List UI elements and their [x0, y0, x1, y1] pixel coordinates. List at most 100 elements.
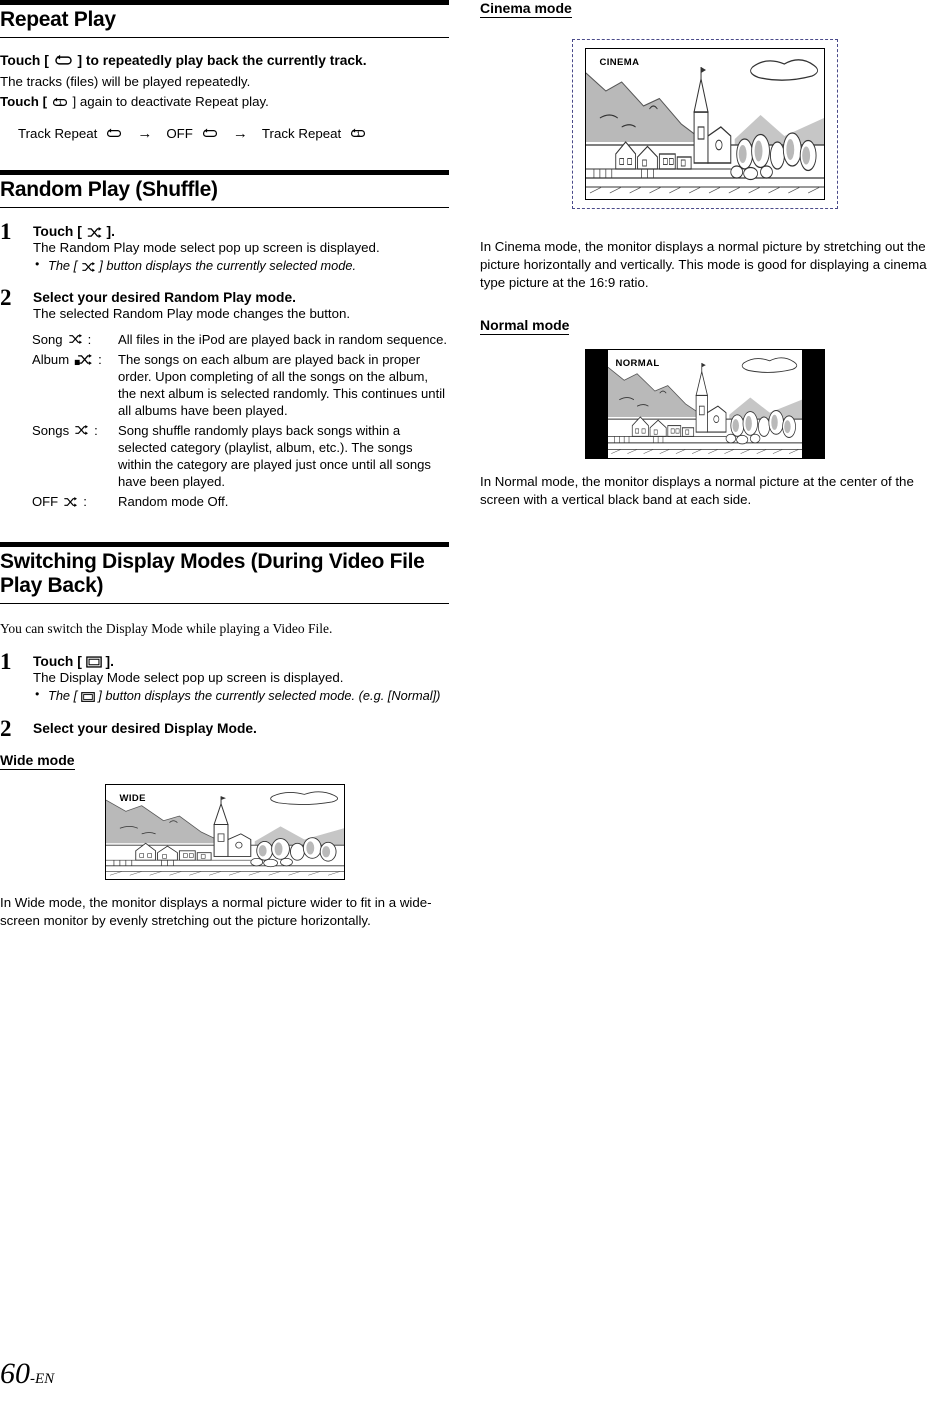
- wide-mode-caption: In Wide mode, the monitor displays a nor…: [0, 894, 432, 928]
- manual-page: Repeat Play Touch [ ] to repeatedly play…: [0, 0, 929, 1403]
- wide-mode-heading: Wide mode: [0, 751, 75, 770]
- flow-item-2: OFF: [166, 125, 193, 141]
- random-step-1: 1 Touch [ ]. The Random Play mode select…: [0, 219, 449, 275]
- display-mode-icon-bullet: [81, 691, 95, 703]
- normal-mode-figure: NORMAL: [480, 349, 929, 460]
- step-number: 1: [0, 218, 12, 244]
- left-column: Repeat Play Touch [ ] to repeatedly play…: [0, 0, 449, 930]
- display-step-1: 1 Touch [ ]. The Display Mode select pop…: [0, 649, 449, 705]
- mode-key-cell: OFF :: [0, 492, 110, 512]
- screen-illustration-wide: WIDE: [104, 783, 345, 880]
- mode-value-cell: Random mode Off.: [118, 494, 229, 510]
- right-column: Cinema mode CINEMA In Cinema mode, the m…: [480, 0, 929, 509]
- mode-key-cell: Album :: [0, 349, 110, 420]
- screen-illustration-normal: NORMAL: [584, 349, 825, 460]
- section-switching-display-modes: Switching Display Modes (During Video Fi…: [0, 541, 449, 930]
- repeat-line1: The tracks (files) will be played repeat…: [0, 74, 251, 90]
- mode-value-cell: All files in the iPod are played back in…: [118, 331, 447, 347]
- page-number: 60: [0, 1357, 30, 1390]
- step-title: Select your desired Display Mode.: [33, 720, 257, 736]
- section-rule-bottom: [0, 36, 449, 38]
- step-title-pre: Touch [: [33, 654, 82, 670]
- repeat-flow: Track Repeat → OFF → Track Repeat: [18, 125, 449, 142]
- page-number-suffix: -EN: [30, 1371, 55, 1387]
- flow-arrow-1: →: [137, 124, 153, 142]
- cinema-mode-figure: CINEMA: [480, 39, 929, 209]
- step-title: Touch [ ].: [33, 654, 449, 669]
- random-step-2: 2 Select your desired Random Play mode. …: [0, 285, 449, 322]
- screen-mode-label: NORMAL: [615, 358, 660, 370]
- mode-value-cell: The songs on each album are played back …: [118, 351, 446, 418]
- shuffle-icon: [86, 226, 103, 239]
- table-row: Song : All files in the iPod are played …: [0, 329, 449, 349]
- step-title-post: ].: [106, 223, 115, 239]
- table-row: Album : The songs on each album are play…: [0, 349, 449, 420]
- flow-item-3: Track Repeat: [261, 125, 342, 141]
- mode-key-colon: :: [98, 351, 102, 367]
- screen-illustration-cinema: CINEMA: [571, 39, 838, 209]
- repeat-lead-pre: Touch [: [0, 52, 49, 68]
- page-folio: 60-EN: [0, 1357, 54, 1391]
- section-title-repeat-play: Repeat Play: [0, 8, 116, 31]
- shuffle-songs-icon: [74, 424, 89, 436]
- shuffle-icon-bullet: [81, 261, 96, 273]
- repeat-one-icon-flow-3: [349, 127, 367, 140]
- repeat-line2-post: ] again to deactivate Repeat play.: [72, 94, 269, 110]
- cinema-mode-caption: In Cinema mode, the monitor displays a n…: [480, 239, 927, 290]
- section-rule-bottom: [0, 206, 449, 208]
- step-title-pre: Touch [: [33, 223, 82, 239]
- black-band-left: [585, 350, 608, 459]
- bullet-post: ] button displays the currently selected…: [99, 257, 357, 273]
- step-subtext: The Display Mode select pop up screen is…: [33, 670, 344, 686]
- section-random-play: Random Play (Shuffle) 1 Touch [ ]. The R…: [0, 169, 449, 512]
- mode-key-colon: :: [83, 494, 87, 510]
- section-repeat-play: Repeat Play Touch [ ] to repeatedly play…: [0, 0, 449, 142]
- repeat-icon-flow-1: [105, 127, 123, 140]
- section-title-random-play: Random Play (Shuffle): [0, 177, 218, 201]
- repeat-lead: Touch [ ] to repeatedly play back the cu…: [0, 52, 449, 71]
- scene-graphic: [586, 49, 824, 199]
- mode-key-colon: :: [94, 422, 98, 438]
- shuffle-off-icon: [63, 496, 78, 508]
- display-mode-icon: [86, 655, 102, 669]
- bullet-pre: The [: [48, 257, 78, 273]
- switching-intro: You can switch the Display Mode while pl…: [0, 621, 333, 637]
- mode-key-cell: Songs :: [0, 420, 110, 491]
- random-mode-table: Song : All files in the iPod are played …: [0, 329, 449, 511]
- mode-value-cell: Song shuffle randomly plays back songs w…: [118, 422, 431, 490]
- repeat-lead-post: ] to repeatedly play back the currently …: [77, 52, 367, 68]
- mode-key-colon: :: [87, 331, 92, 347]
- mode-key-label: Songs: [32, 422, 70, 438]
- section-rule-bottom: [0, 603, 449, 605]
- step-number: 1: [0, 649, 12, 675]
- step-number: 2: [0, 715, 12, 741]
- mode-key-label: Album: [32, 351, 70, 367]
- display-step-2: 2 Select your desired Display Mode.: [0, 716, 449, 741]
- step-bullet: The [ ] button displays the currently se…: [33, 257, 449, 275]
- section-title-switching-display-modes: Switching Display Modes (During Video Fi…: [0, 549, 425, 598]
- step-subtext: The selected Random Play mode changes th…: [33, 306, 351, 322]
- screen-mode-label: WIDE: [119, 792, 146, 804]
- step-bullet: The [ ] button displays the currently se…: [33, 687, 449, 705]
- bullet-post: ] button displays the currently selected…: [98, 688, 441, 704]
- normal-mode-caption: In Normal mode, the monitor displays a n…: [480, 474, 914, 508]
- repeat-line2: Touch [ ] again to deactivate Repeat pla…: [0, 93, 449, 111]
- screen-mode-label: CINEMA: [599, 57, 640, 68]
- shuffle-album-icon: [74, 353, 93, 366]
- flow-item-1: Track Repeat: [18, 125, 98, 141]
- mode-key-cell: Song :: [0, 329, 110, 349]
- flow-arrow-2: →: [232, 124, 248, 142]
- cinema-mode-heading: Cinema mode: [480, 0, 572, 18]
- normal-mode-block: Normal mode NORMAL In Normal mode, the m…: [480, 317, 929, 509]
- repeat-one-icon: [51, 96, 69, 109]
- normal-mode-heading: Normal mode: [480, 317, 570, 336]
- repeat-icon-flow-2: [201, 127, 219, 140]
- shuffle-song-icon: [68, 333, 83, 345]
- bullet-pre: The [: [48, 688, 78, 704]
- step-title: Select your desired Random Play mode.: [33, 290, 296, 306]
- repeat-line2-pre: Touch [: [0, 94, 48, 110]
- cinema-mode-block: Cinema mode CINEMA In Cinema mode, the m…: [480, 0, 929, 291]
- table-row: Songs : Song shuffle randomly plays back…: [0, 420, 449, 491]
- wide-mode-block: Wide mode WIDE In Wide mode, the monitor…: [0, 752, 449, 930]
- step-title-post: ].: [105, 654, 114, 670]
